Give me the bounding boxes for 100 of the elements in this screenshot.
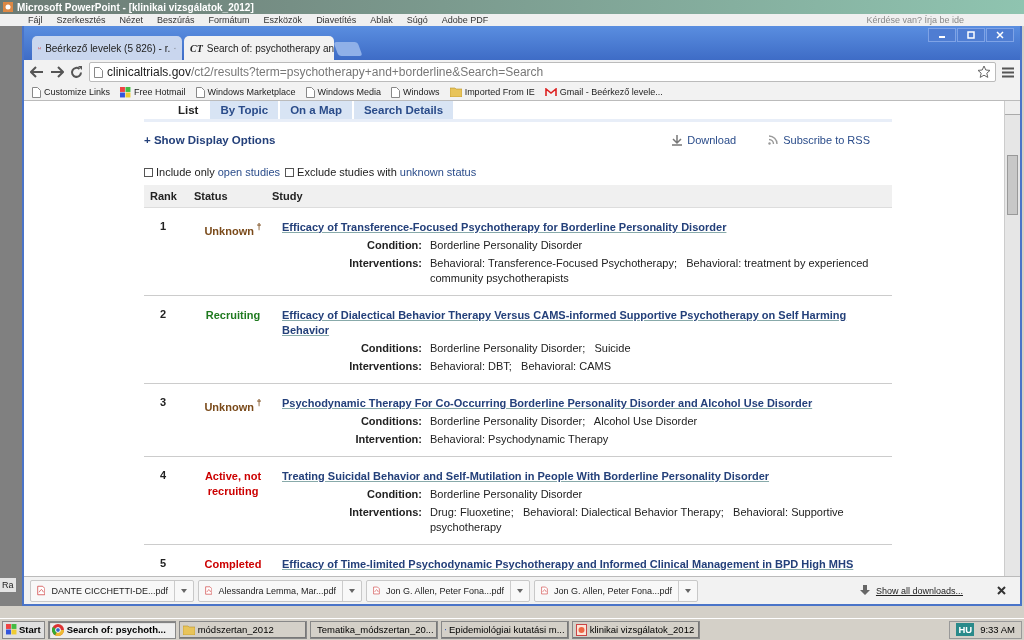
detail-label: Conditions:	[359, 341, 422, 356]
windows-logo-icon	[6, 624, 17, 635]
page-icon	[94, 66, 103, 78]
detail-label: Condition:	[366, 238, 422, 253]
download-item[interactable]: Alessandra Lemma, Mar...pdf	[198, 579, 362, 602]
page-icon	[32, 86, 41, 98]
bookmark[interactable]: Customize Links	[32, 86, 111, 98]
filter-link[interactable]: unknown status	[399, 166, 477, 178]
menu-item[interactable]: Formátum	[208, 15, 250, 25]
status-cell-text: Unknown $^{†}$	[203, 221, 263, 239]
rank-cell-text: 5	[158, 557, 168, 571]
taskbar-item[interactable]: Tematika_módszertan_20...	[309, 620, 438, 639]
folder-icon	[182, 624, 195, 635]
taskbar-item[interactable]: Epidemiológiai kutatási m...	[440, 620, 569, 639]
bookmark[interactable]: Windows	[391, 86, 440, 98]
show-all-downloads-link[interactable]: Show all downloads...	[859, 585, 963, 596]
menu-item[interactable]: Adobe PDF	[441, 15, 489, 25]
menu-item[interactable]: Szerkesztés	[56, 15, 106, 25]
page-tab[interactable]: On a Map	[280, 101, 352, 119]
start-button[interactable]: Start	[2, 620, 45, 639]
menu-item[interactable]: Beszúrás	[157, 15, 195, 25]
address-bar[interactable]: clinicaltrials.gov/ct2/results?term=psychotherapy+and+borderline&Search=Search	[89, 62, 996, 82]
page-icon	[391, 86, 401, 98]
status-cell-text: Active, not recruiting	[203, 469, 263, 499]
detail-label: Interventions:	[348, 256, 422, 271]
language-indicator[interactable]: HU	[956, 623, 975, 636]
filter-link[interactable]: open studies	[217, 166, 281, 178]
detail-label: Intervention:	[354, 432, 422, 447]
page-tab[interactable]: By Topic	[210, 101, 279, 119]
detail-value: Behavioral: DBT; Behavioral: CAMS	[430, 359, 612, 374]
status-cell-text: Unknown $^{†}$	[203, 397, 263, 415]
caret-icon[interactable]	[685, 588, 691, 593]
status-cell-text: Recruiting	[204, 308, 262, 323]
detail-label: Interventions:	[348, 359, 422, 374]
study-link[interactable]: Efficacy of Dialectical Behavior Therapy Versus CAMS-informed Supportive Psychotherapy on Self Harming Behavior	[282, 308, 886, 338]
star-icon[interactable]	[977, 65, 991, 79]
bookmark[interactable]: Gmail - Beérkező levele...	[544, 87, 663, 97]
detail-value: Borderline Personality Disorder	[430, 238, 584, 253]
checkbox[interactable]	[285, 167, 295, 177]
menu-item[interactable]: Nézet	[119, 15, 144, 25]
folder-icon	[449, 87, 462, 97]
bookmark[interactable]: Windows Media	[305, 86, 382, 98]
study-link[interactable]: Treating Suicidal Behavior and Self-Mutilation in People With Borderline Personality Disorder	[282, 469, 886, 484]
display-options-link[interactable]: + Show Display Options	[144, 134, 276, 146]
study-link[interactable]: Efficacy of Transference-Focused Psychotherapy for Borderline Personality Disorder	[282, 220, 886, 235]
caret-icon[interactable]	[181, 588, 187, 593]
back-icon[interactable]	[30, 66, 44, 78]
status-cell-text: Completed	[203, 557, 263, 572]
maximize-icon	[967, 31, 975, 39]
reload-icon[interactable]	[70, 65, 83, 79]
browser-tab[interactable]: Beérkező levelek (5 826) - r.	[32, 36, 182, 60]
taskbar-item[interactable]: Search of: psychoth...	[47, 620, 176, 639]
taskbar-item[interactable]: klinikai vizsgálatok_2012	[571, 620, 700, 639]
detail-label: Conditions:	[359, 414, 422, 429]
menu-item[interactable]: Súgó	[406, 15, 428, 25]
slides-icon	[3, 2, 13, 12]
menu-item[interactable]: Fájl	[28, 15, 43, 25]
detail-value: Borderline Personality Disorder; Alcohol Use Disorder	[430, 414, 699, 429]
detail-label: Condition:	[366, 487, 422, 502]
menu-icon[interactable]	[1002, 66, 1014, 78]
download-item[interactable]: Jon G. Allen, Peter Fona...pdf	[534, 579, 698, 602]
browser-tab[interactable]: CT Search of: psychotherapy an	[184, 36, 334, 60]
detail-value: Drug: Fluoxetine; Behavioral: Dialectical Behavior Therapy; Behavioral: Supportive psychotherapy	[430, 505, 845, 535]
maximize-button[interactable]	[957, 28, 985, 42]
minimize-button[interactable]	[928, 28, 956, 42]
download-icon	[859, 585, 870, 596]
study-link[interactable]: Psychodynamic Therapy For Co-Occurring Borderline Personality Disorder and Alcohol Use Disorder	[282, 396, 886, 411]
download-item[interactable]: Jon G. Allen, Peter Fona...pdf	[366, 579, 530, 602]
rss-link[interactable]: Subscribe to RSS	[768, 134, 870, 146]
menu-item[interactable]: Ablak	[370, 15, 393, 25]
bookmark[interactable]: Windows Marketplace	[195, 86, 296, 98]
new-tab-button[interactable]	[333, 42, 363, 56]
caret-icon[interactable]	[349, 588, 355, 593]
scrollbar[interactable]	[1004, 101, 1020, 576]
slides-icon	[575, 623, 587, 636]
table-header: Rank Status Study	[144, 185, 892, 208]
bookmark[interactable]: Free Hotmail	[120, 86, 186, 98]
detail-value: Borderline Personality Disorder; Suicide	[430, 341, 632, 356]
detail-label: Interventions:	[348, 505, 422, 520]
download-item[interactable]: DANTE CICCHETTI-DE...pdf	[30, 579, 194, 602]
forward-icon[interactable]	[50, 66, 64, 78]
close-button[interactable]	[986, 28, 1014, 42]
page-icon	[305, 86, 315, 98]
download-link[interactable]: Download	[672, 134, 737, 146]
pdf-icon	[205, 584, 213, 597]
menu-item[interactable]: Diavetítés	[316, 15, 357, 25]
rank-cell-text: 1	[158, 220, 168, 234]
rank-cell-text: 3	[158, 396, 168, 410]
chrome-icon	[51, 623, 64, 636]
page-tab[interactable]: Search Details	[353, 101, 454, 119]
study-link[interactable]: Efficacy of Time-limited Psychodynamic Psychotherapy and Informed Clinical Management in BPD High MHS	[282, 557, 886, 572]
caret-icon[interactable]	[517, 588, 523, 593]
rss-icon	[768, 135, 779, 145]
filter-label: Include only	[156, 166, 215, 178]
checkbox[interactable]	[144, 167, 153, 177]
menu-item[interactable]: Eszközök	[263, 15, 303, 25]
pdf-icon	[37, 584, 46, 597]
filter-label: Exclude studies with	[297, 166, 397, 178]
taskbar-item[interactable]: módszertan_2012	[178, 620, 307, 639]
bookmark[interactable]: Imported From IE	[449, 87, 535, 97]
